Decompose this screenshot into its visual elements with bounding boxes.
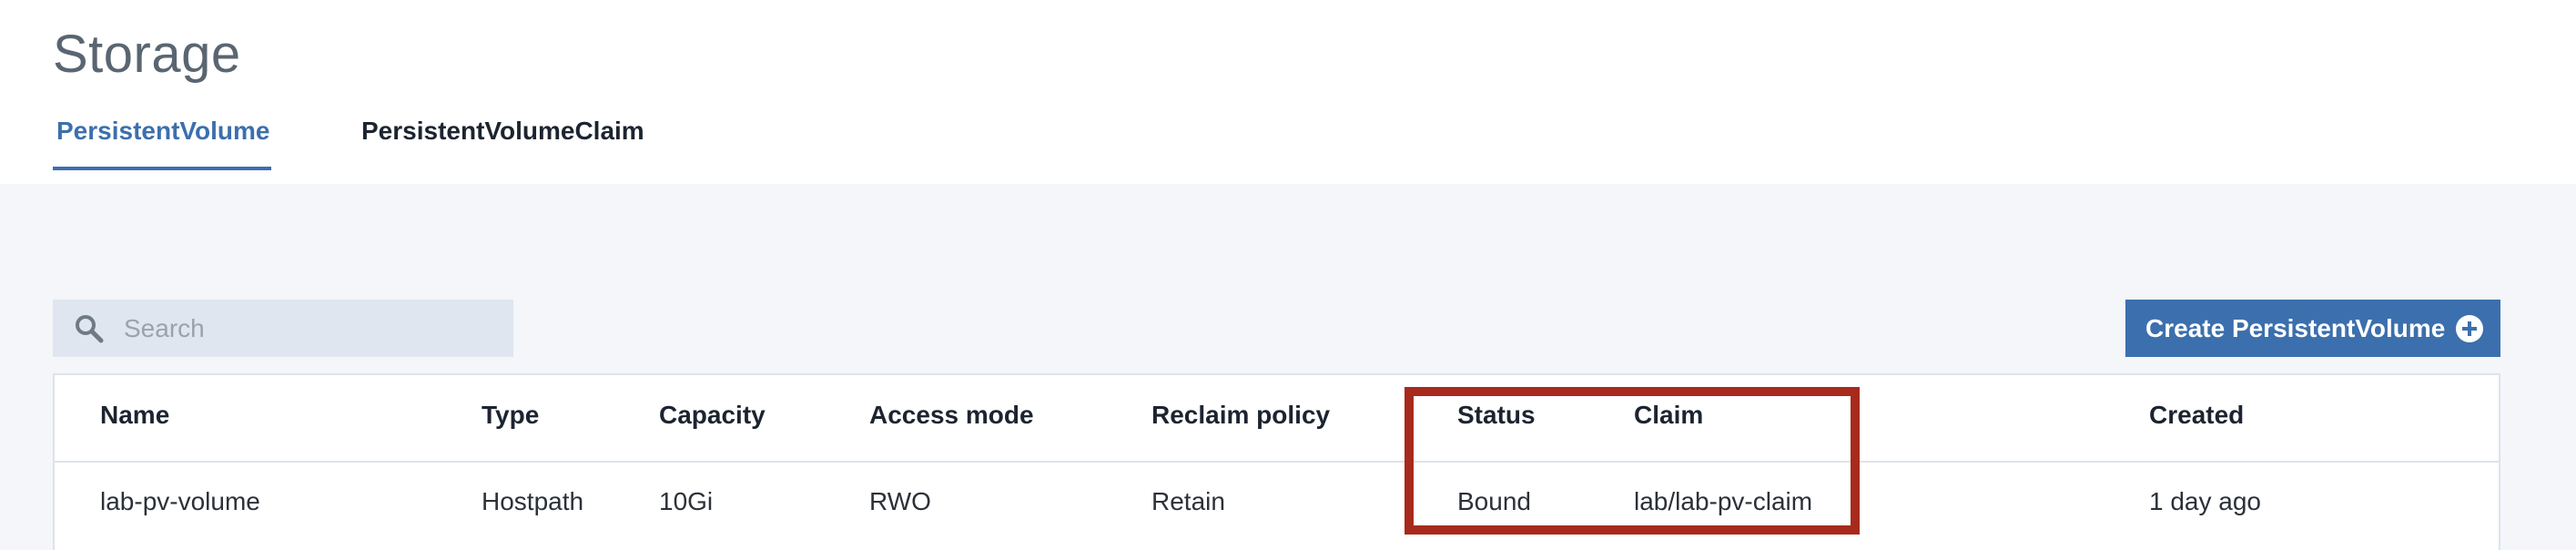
cell-claim[interactable]: lab/lab-pv-claim	[1634, 487, 1812, 516]
create-button-label: Create PersistentVolume	[2145, 313, 2446, 342]
column-header-created[interactable]: Created	[2149, 401, 2244, 430]
cell-created: 1 day ago	[2149, 487, 2261, 515]
active-tab-indicator	[53, 167, 271, 170]
column-header-claim[interactable]: Claim	[1634, 401, 1703, 430]
search-icon	[76, 314, 104, 342]
column-header-reclaim-policy[interactable]: Reclaim policy	[1151, 401, 1330, 430]
cell-capacity: 10Gi	[659, 487, 714, 515]
cell-access-mode: RWO	[869, 487, 931, 515]
search-box[interactable]	[53, 300, 513, 357]
column-header-access-mode[interactable]: Access mode	[869, 401, 1034, 430]
column-header-type[interactable]: Type	[482, 401, 539, 430]
tab-persistentvolumeclaim[interactable]: PersistentVolumeClaim	[361, 117, 644, 146]
cell-reclaim-policy: Retain	[1151, 487, 1225, 515]
create-persistentvolume-button[interactable]: Create PersistentVolume	[2125, 300, 2500, 357]
column-header-status[interactable]: Status	[1457, 401, 1536, 430]
column-header-capacity[interactable]: Capacity	[659, 401, 766, 430]
row-divider	[55, 461, 2499, 463]
header-area: Storage PersistentVolume PersistentVolum…	[0, 0, 2576, 184]
cell-name[interactable]: lab-pv-volume	[100, 487, 260, 516]
tab-persistentvolume[interactable]: PersistentVolume	[56, 117, 269, 146]
search-input[interactable]	[124, 313, 488, 343]
cell-type: Hostpath	[482, 487, 584, 515]
column-header-name[interactable]: Name	[100, 401, 169, 430]
persistentvolume-table: Name Type Capacity Access mode Reclaim p…	[53, 373, 2500, 550]
plus-circle-icon	[2456, 315, 2483, 342]
page-title: Storage	[53, 25, 241, 84]
cell-status: Bound	[1457, 487, 1531, 515]
